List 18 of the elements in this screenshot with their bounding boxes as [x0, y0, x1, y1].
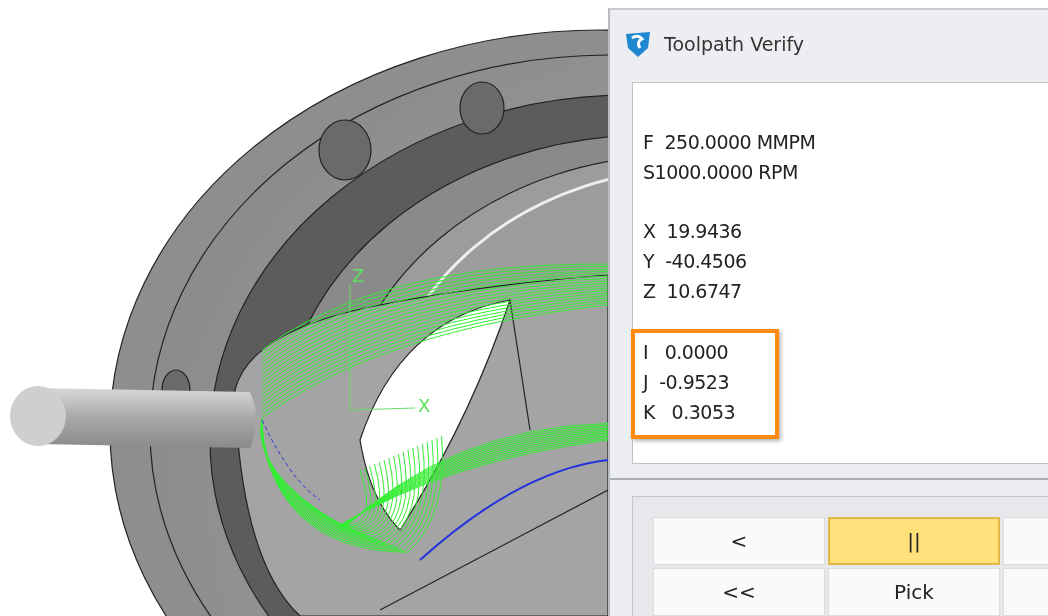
readout-line: X 19.9436	[643, 219, 743, 245]
readout-line: Z 10.6747	[643, 279, 743, 305]
playback-button[interactable]: ||	[828, 517, 1000, 565]
control-button[interactable]	[1003, 568, 1048, 616]
playback-button[interactable]: <	[653, 517, 825, 565]
readout-line: J -0.9523	[643, 370, 731, 396]
playback-button[interactable]: Pick	[828, 568, 1000, 616]
readout-line: I 0.0000	[643, 340, 730, 366]
app-logo-icon	[624, 30, 652, 59]
playback-button[interactable]: <<	[653, 568, 825, 616]
readout-line: F 250.0000 MMPM	[643, 130, 816, 156]
window-title: Toolpath Verify	[664, 33, 805, 56]
axis-label: X	[418, 395, 431, 416]
control-button[interactable]	[1003, 517, 1048, 565]
readout-line: Y -40.4506	[643, 249, 747, 275]
readout-line: S1000.0000 RPM	[643, 160, 799, 186]
axis-label: Z	[352, 265, 365, 286]
readout-line: K 0.3053	[643, 400, 736, 426]
